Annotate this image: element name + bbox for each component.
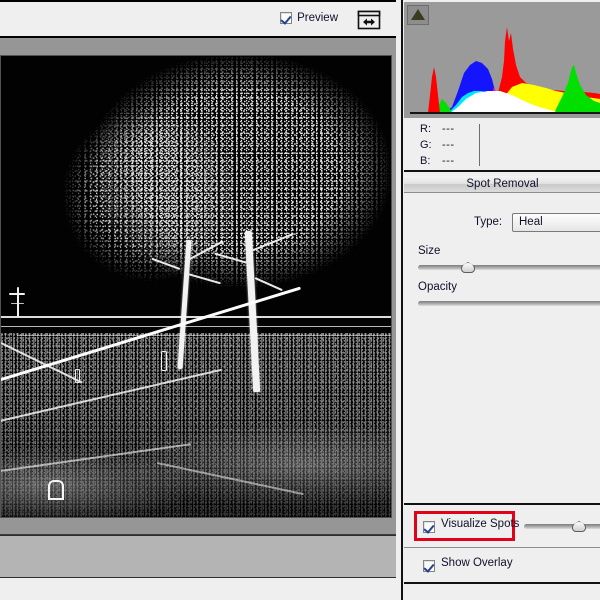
histogram-baseline <box>410 112 600 114</box>
image-foreground-object <box>48 480 64 500</box>
top-toolbar: Preview <box>0 0 396 38</box>
size-slider-thumb[interactable] <box>461 262 475 273</box>
settings-panel: R:--- G:--- B:--- Spot Removal Type: Hea… <box>401 0 600 600</box>
image-tree-canopy-secondary <box>48 93 251 296</box>
image-roadside-marker <box>161 351 167 371</box>
readout-key-b: B: <box>420 155 442 167</box>
opacity-slider-track[interactable] <box>418 301 600 306</box>
bottom-toolbar-strip[interactable] <box>0 535 396 578</box>
opacity-slider-label: Opacity <box>418 281 457 293</box>
visualize-spots-row: Visualize Spots <box>404 503 600 547</box>
image-roadside-marker <box>75 369 80 383</box>
preview-checkbox-box[interactable] <box>280 12 292 24</box>
preview-pane: Preview <box>0 0 396 600</box>
image-utility-pole-crossarm <box>11 303 24 305</box>
readout-value-b: --- <box>442 155 455 167</box>
readout-row-g: G:--- <box>420 139 455 151</box>
spot-removal-controls: Type: Heal Size Opacity <box>404 193 600 503</box>
type-dropdown[interactable]: Heal <box>512 213 600 232</box>
visualize-spots-checkbox[interactable] <box>423 521 435 533</box>
preview-checkbox[interactable]: Preview <box>280 12 338 24</box>
visualize-spots-slider-track[interactable] <box>524 524 600 529</box>
image-canvas-area[interactable] <box>0 38 396 535</box>
panel-bottom-divider <box>404 582 600 584</box>
image-fence-line <box>17 335 391 337</box>
camera-raw-window: Preview <box>0 0 600 600</box>
rgb-readout: R:--- G:--- B:--- <box>404 118 600 172</box>
show-overlay-label: Show Overlay <box>441 557 513 569</box>
expand-fullscreen-icon[interactable] <box>356 8 382 32</box>
image-frame[interactable] <box>0 55 392 518</box>
readout-row-r: R:--- <box>420 123 455 135</box>
preview-checkbox-label: Preview <box>297 12 338 24</box>
size-slider-track[interactable] <box>418 265 600 270</box>
visualize-spots-label: Visualize Spots <box>441 518 519 530</box>
show-overlay-checkbox[interactable] <box>423 560 435 572</box>
show-overlay-row: Show Overlay <box>404 547 600 582</box>
visualize-spots-slider-thumb[interactable] <box>572 521 586 532</box>
readout-value-g: --- <box>442 139 455 151</box>
spot-removal-section-header[interactable]: Spot Removal <box>404 176 600 193</box>
shadow-clipping-triangle-icon[interactable] <box>407 5 429 25</box>
size-slider-label: Size <box>418 245 440 257</box>
histogram-plot <box>404 21 600 113</box>
readout-divider <box>479 124 480 166</box>
type-dropdown-value: Heal <box>519 216 543 228</box>
readout-row-b: B:--- <box>420 155 455 167</box>
readout-key-g: G: <box>420 139 442 151</box>
readout-key-r: R: <box>420 123 442 135</box>
preview-image[interactable] <box>1 56 391 517</box>
histogram[interactable] <box>404 2 600 118</box>
type-row: Type: Heal <box>404 213 600 233</box>
image-utility-pole <box>17 287 19 317</box>
type-label: Type: <box>474 216 502 228</box>
readout-value-r: --- <box>442 123 455 135</box>
image-fence-line <box>1 326 391 328</box>
